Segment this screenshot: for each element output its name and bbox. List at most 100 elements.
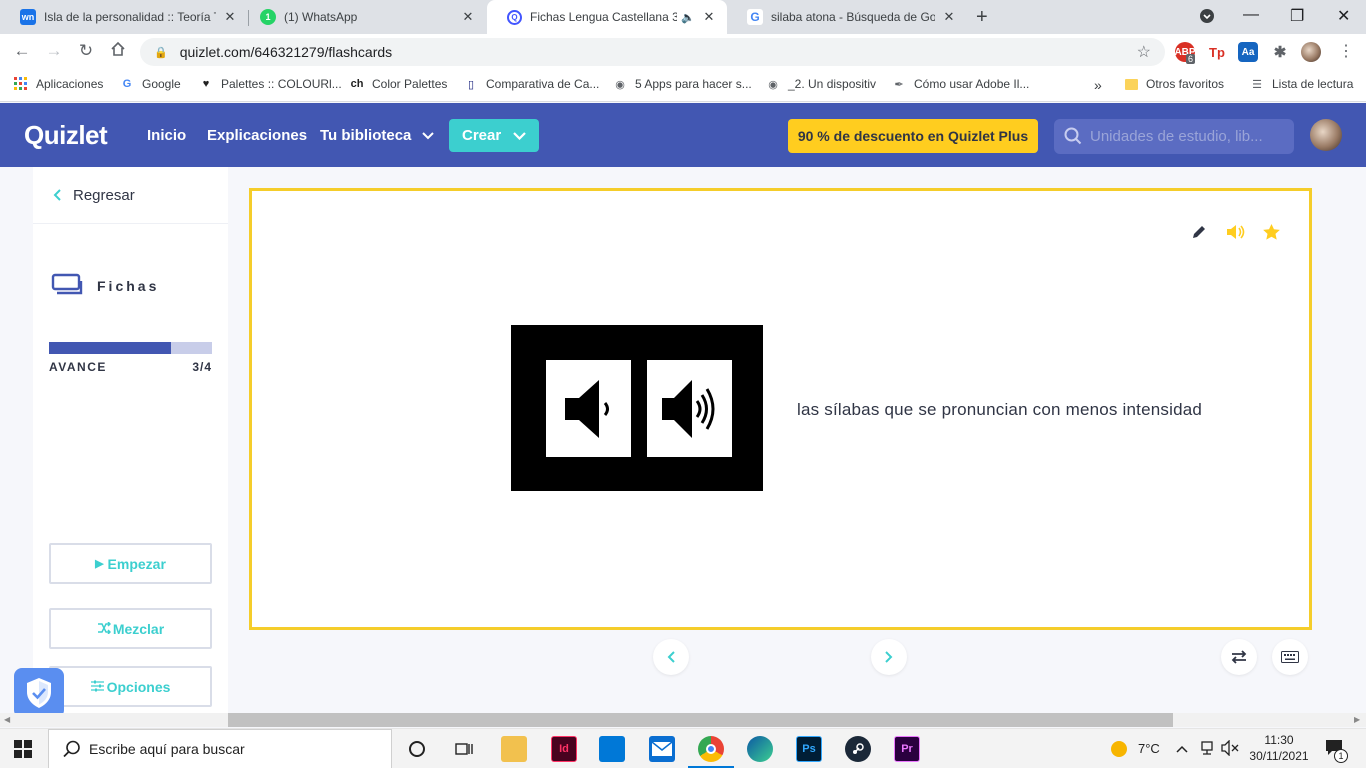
address-bar[interactable]: 🔒 quizlet.com/646321279/flashcards ☆ [140, 38, 1165, 66]
close-tab-icon[interactable]: ✕ [222, 9, 238, 25]
progress-bar [49, 342, 212, 354]
tab-whatsapp[interactable]: 1 (1) WhatsApp ✕ [240, 0, 486, 34]
bookmark-5-apps[interactable]: ◉ 5 Apps para hacer s... [613, 77, 752, 91]
bookmark-star-icon[interactable]: ☆ [1137, 42, 1151, 62]
volume-muted-icon[interactable] [1221, 739, 1239, 759]
scrollbar-thumb[interactable] [228, 713, 1173, 727]
mezclar-button[interactable]: Mezclar [49, 608, 212, 649]
weather-sun-icon[interactable] [1110, 740, 1128, 761]
home-icon[interactable] [107, 41, 129, 62]
windows-taskbar: Escribe aquí para buscar Id Ps Pr 7°C 11… [0, 728, 1366, 768]
regresar-link[interactable]: Regresar [53, 187, 135, 204]
bookmark-dispositiv[interactable]: ◉ _2. Un dispositiv [766, 77, 876, 91]
tab-isla-personalidad[interactable]: wn Isla de la personalidad :: Teoría TI … [0, 0, 248, 34]
crear-button[interactable]: Crear [449, 119, 539, 152]
speaker-audio-icon[interactable] [1224, 221, 1246, 243]
nav-tu-biblioteca[interactable]: Tu biblioteca [320, 127, 434, 144]
new-tab-icon[interactable]: + [976, 6, 988, 29]
cortana-circle-icon[interactable] [404, 736, 430, 762]
keyboard-shortcuts-button[interactable] [1272, 639, 1308, 675]
minimize-icon[interactable]: — [1243, 6, 1259, 24]
bookmark-google[interactable]: G Google [120, 77, 181, 91]
bookmark-aplicaciones[interactable]: Aplicaciones [14, 77, 103, 91]
quizlet-logo[interactable]: Quizlet [24, 120, 108, 151]
url-text: quizlet.com/646321279/flashcards [179, 44, 393, 60]
star-icon[interactable] [1260, 221, 1282, 243]
bookmark-adobe[interactable]: ✒ Cómo usar Adobe Il... [892, 77, 1029, 91]
opciones-button[interactable]: Opciones [49, 666, 212, 707]
bookmark-label: Cómo usar Adobe Il... [914, 77, 1030, 91]
horizontal-scrollbar[interactable]: ◀ ▶ [0, 713, 1366, 727]
nav-inicio[interactable]: Inicio [147, 127, 186, 144]
file-explorer-icon[interactable] [501, 736, 527, 762]
quizlet-plus-promo-button[interactable]: 90 % de descuento en Quizlet Plus [788, 119, 1038, 153]
browser-toolbar: ← → ↻ 🔒 quizlet.com/646321279/flashcards… [0, 34, 1366, 70]
previous-card-button[interactable] [653, 639, 689, 675]
flip-swap-button[interactable] [1221, 639, 1257, 675]
profile-avatar-icon[interactable] [1301, 42, 1321, 62]
temperature[interactable]: 7°C [1138, 741, 1160, 756]
flashcard-image [511, 325, 763, 491]
search-input[interactable]: Unidades de estudio, lib... [1054, 119, 1294, 154]
next-card-button[interactable] [871, 639, 907, 675]
nav-tu-biblioteca-label: Tu biblioteca [320, 127, 412, 144]
indesign-icon[interactable]: Id [551, 736, 577, 762]
globe-icon: ◉ [615, 78, 625, 91]
apps-grid-icon [14, 77, 28, 91]
tab-title: silaba atona - Búsqueda de Goog [771, 10, 935, 24]
bookmark-label: Aplicaciones [36, 77, 104, 91]
bookmark-comparativa[interactable]: ▯ Comparativa de Ca... [464, 77, 599, 91]
network-icon[interactable] [1199, 740, 1215, 759]
bookmark-label: 5 Apps para hacer s... [635, 77, 752, 91]
extensions-puzzle-icon[interactable]: ✱ [1270, 42, 1290, 62]
close-tab-icon[interactable]: ✕ [460, 9, 476, 25]
close-tab-icon[interactable]: ✕ [941, 9, 957, 25]
close-tab-icon[interactable]: ✕ [701, 9, 717, 25]
bookmark-otros-favoritos[interactable]: Otros favoritos [1125, 77, 1224, 91]
lock-icon[interactable]: 🔒 [154, 46, 168, 59]
feather-icon: ✒ [894, 78, 904, 91]
tp-extension-icon[interactable]: Tp [1207, 42, 1227, 62]
tab-search-icon[interactable] [1199, 8, 1215, 29]
shield-icon[interactable] [14, 668, 64, 718]
progress-count: 3/4 [192, 360, 212, 374]
taskbar-search-placeholder: Escribe aquí para buscar [89, 741, 245, 757]
bookmark-label: Color Palettes [372, 77, 448, 91]
more-bookmarks-chevron[interactable]: » [1094, 77, 1102, 93]
back-arrow-icon[interactable]: ← [11, 41, 33, 61]
edit-pencil-icon[interactable] [1188, 221, 1210, 243]
windows-start-icon[interactable] [10, 736, 36, 762]
browser-menu-icon[interactable]: ⋮ [1335, 41, 1357, 61]
edge-icon[interactable] [747, 736, 773, 762]
quiet-speaker-icon [546, 360, 631, 457]
nav-explicaciones[interactable]: Explicaciones [207, 127, 307, 144]
premiere-icon[interactable]: Pr [894, 736, 920, 762]
audio-playing-icon[interactable]: 🔈 [681, 11, 695, 24]
chrome-icon[interactable] [698, 736, 724, 762]
chevron-up-icon[interactable] [1176, 741, 1188, 756]
empezar-button[interactable]: ▶ Empezar [49, 543, 212, 584]
forward-arrow-icon[interactable]: → [43, 41, 65, 61]
user-avatar[interactable] [1310, 119, 1342, 151]
microsoft-store-icon[interactable] [599, 736, 625, 762]
mail-icon[interactable] [649, 736, 675, 762]
tab-title: Fichas Lengua Castellana 3º [530, 10, 678, 24]
maximize-icon[interactable]: ❐ [1290, 6, 1304, 26]
bookmark-palettes-colouri[interactable]: ♥ Palettes :: COLOURl... [199, 77, 342, 91]
tab-fichas-lengua[interactable]: Q Fichas Lengua Castellana 3º 🔈 ✕ [487, 0, 727, 34]
close-window-icon[interactable]: ✕ [1337, 6, 1350, 26]
bookmark-color-palettes[interactable]: ch Color Palettes [350, 77, 448, 91]
reload-icon[interactable]: ↻ [75, 41, 97, 61]
bookmark-lista-lectura[interactable]: ☰ Lista de lectura [1250, 77, 1353, 91]
steam-icon[interactable] [845, 736, 871, 762]
system-clock[interactable]: 11:30 30/11/2021 [1248, 732, 1310, 764]
scroll-left-icon[interactable]: ◀ [4, 713, 10, 727]
tab-silaba-atona[interactable]: G silaba atona - Búsqueda de Goog ✕ [727, 0, 967, 34]
aa-extension-icon[interactable]: Aa [1238, 42, 1258, 62]
flashcard[interactable]: las sílabas que se pronuncian con menos … [249, 188, 1312, 630]
task-view-icon[interactable] [451, 736, 477, 762]
photoshop-icon[interactable]: Ps [796, 736, 822, 762]
study-mode-selector[interactable]: Fichas [51, 273, 159, 298]
scroll-right-icon[interactable]: ▶ [1354, 713, 1360, 727]
taskbar-search-input[interactable]: Escribe aquí para buscar [48, 729, 392, 768]
